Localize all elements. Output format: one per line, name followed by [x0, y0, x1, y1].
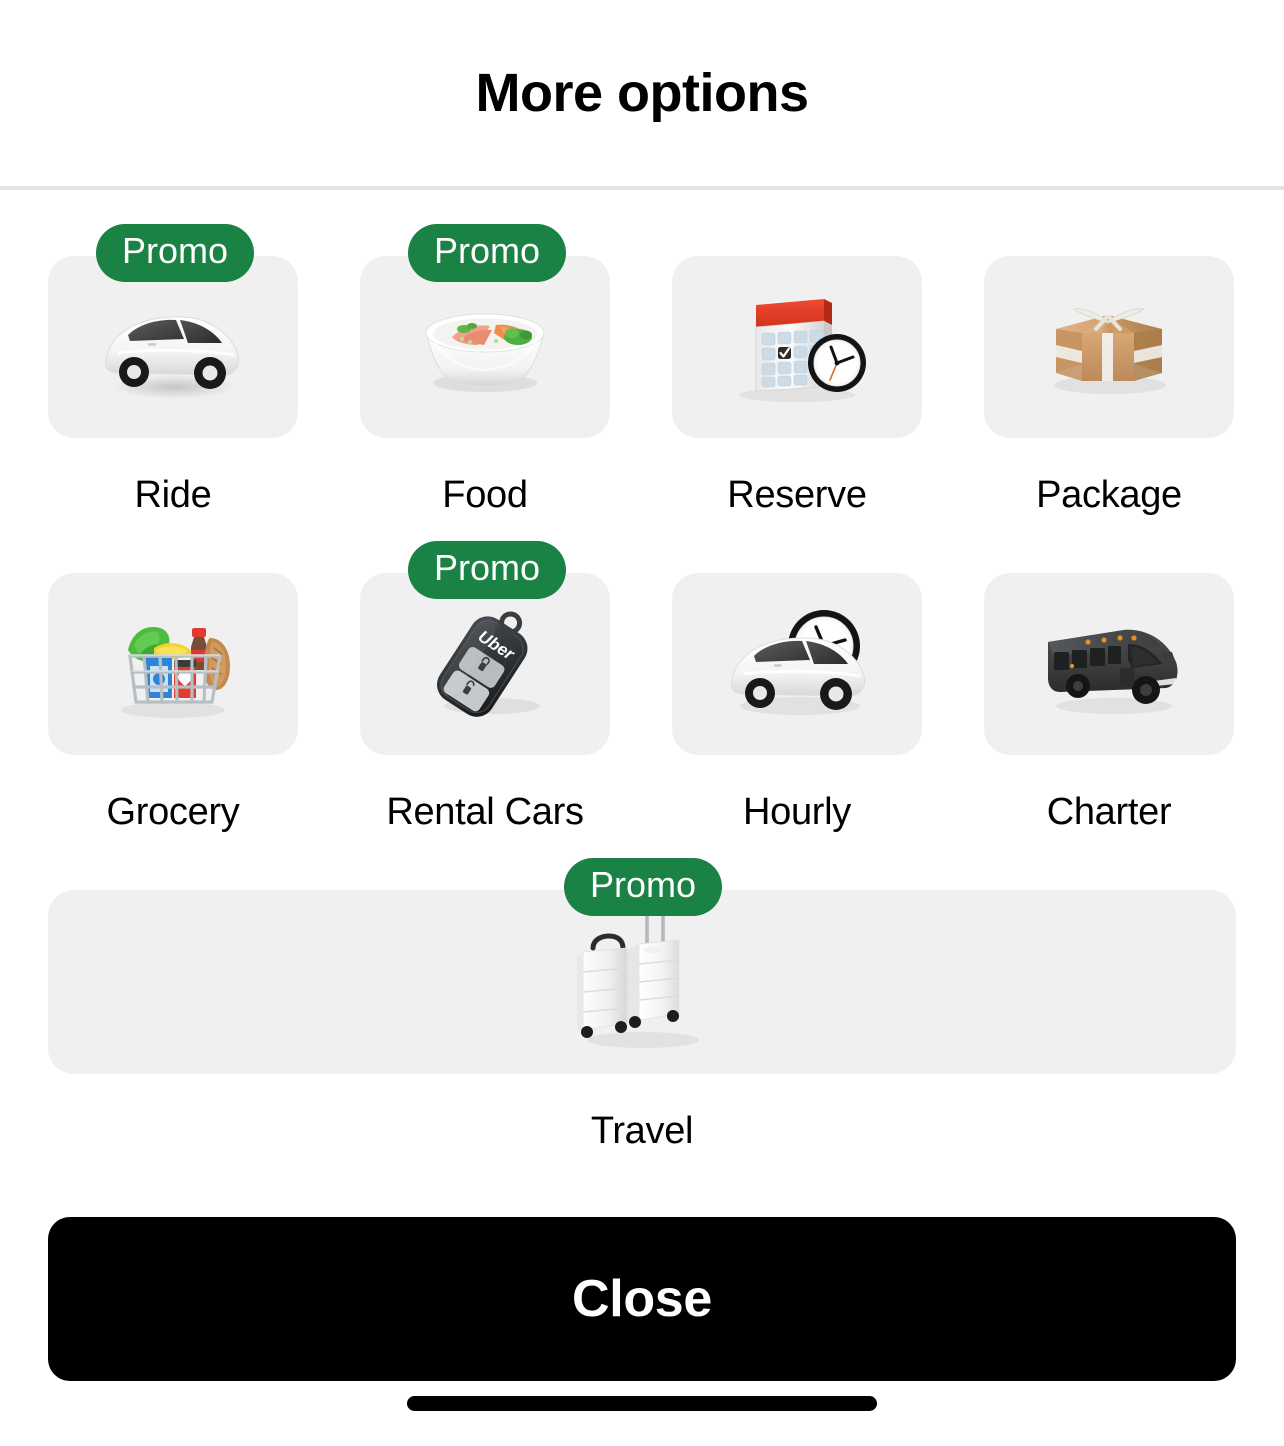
- row-spacer: [0, 517, 1284, 573]
- option-tile-travel[interactable]: Promo: [48, 858, 1236, 1074]
- options-grid-row-2: Grocery Promo Uber Rental Cars Hourly Ch…: [0, 541, 1284, 834]
- option-cell-charter: Charter: [984, 573, 1234, 834]
- option-label-ride: Ride: [134, 474, 212, 516]
- cardboard-box-icon: [1054, 308, 1166, 394]
- options-grid-row-3: Promo Travel: [0, 858, 1284, 1153]
- option-cell-hourly: Hourly: [672, 573, 922, 834]
- option-tile-reserve[interactable]: [672, 256, 922, 438]
- calendar-clock-icon: [739, 299, 866, 402]
- option-label-reserve: Reserve: [727, 474, 867, 516]
- home-indicator[interactable]: [407, 1395, 877, 1411]
- option-tile-charter[interactable]: [984, 573, 1234, 755]
- option-cell-reserve: Reserve: [672, 256, 922, 517]
- sheet-header: More options: [0, 0, 1284, 186]
- option-label-grocery: Grocery: [106, 791, 240, 833]
- option-label-package: Package: [1036, 474, 1182, 516]
- option-cell-travel: Promo Travel: [48, 858, 1236, 1153]
- option-tile-hourly[interactable]: [672, 573, 922, 755]
- more-options-sheet: More options Promo Ride Promo Food Reser…: [0, 0, 1284, 1446]
- option-tile-rental-cars[interactable]: Promo Uber: [360, 541, 610, 755]
- shuttle-bus-icon: [1048, 629, 1178, 714]
- option-cell-rental-cars: Promo Uber Rental Cars: [360, 541, 610, 834]
- option-cell-grocery: Grocery: [48, 573, 298, 834]
- option-cell-food: Promo Food: [360, 224, 610, 517]
- option-label-travel: Travel: [590, 1110, 694, 1152]
- page-title: More options: [475, 63, 809, 123]
- option-tile-food[interactable]: Promo: [360, 224, 610, 438]
- option-tile-ride[interactable]: Promo: [48, 224, 298, 438]
- white-car-icon: [105, 316, 239, 399]
- option-label-rental-cars: Rental Cars: [386, 791, 584, 833]
- promo-badge: Promo: [564, 858, 723, 916]
- car-with-clock-icon: [731, 610, 865, 715]
- options-grid-row-1: Promo Ride Promo Food Reserve Package: [0, 190, 1284, 517]
- noodle-bowl-icon: [425, 313, 545, 392]
- promo-badge: Promo: [408, 541, 567, 599]
- option-label-charter: Charter: [1046, 791, 1172, 833]
- option-cell-package: Package: [984, 256, 1234, 517]
- option-label-hourly: Hourly: [742, 791, 851, 833]
- option-tile-package[interactable]: [984, 256, 1234, 438]
- option-cell-ride: Promo Ride: [48, 224, 298, 517]
- promo-badge: Promo: [408, 224, 567, 282]
- option-tile-grocery[interactable]: [48, 573, 298, 755]
- grocery-basket-icon: [121, 626, 230, 718]
- close-button[interactable]: Close: [48, 1217, 1236, 1381]
- option-label-food: Food: [442, 474, 528, 516]
- promo-badge: Promo: [96, 224, 255, 282]
- close-button-container: Close: [0, 1217, 1284, 1381]
- home-indicator-area: [0, 1360, 1284, 1446]
- suitcases-icon: [577, 906, 699, 1048]
- car-key-fob-icon: Uber: [436, 611, 540, 717]
